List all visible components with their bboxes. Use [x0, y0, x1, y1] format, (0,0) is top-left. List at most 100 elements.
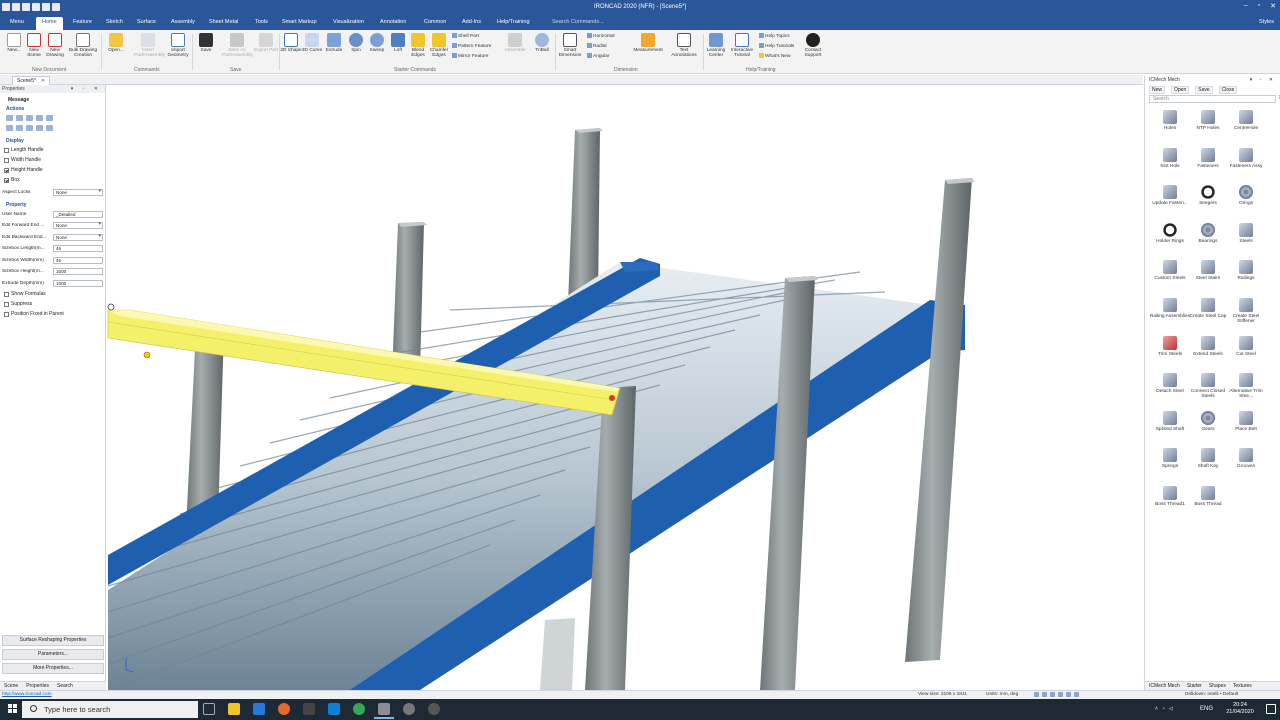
- tab-sketch[interactable]: Sketch: [106, 19, 123, 25]
- surface-reshaping-button[interactable]: Surface Reshaping Properties: [2, 635, 104, 646]
- panel-controls[interactable]: ▾ ▫ ✕: [71, 86, 102, 92]
- windows-start-icon[interactable]: [8, 704, 18, 714]
- property-section[interactable]: Property: [0, 201, 105, 209]
- catalog-item[interactable]: Orings: [1225, 185, 1267, 221]
- taskbar-search-input[interactable]: Type here to search: [22, 701, 198, 718]
- app-icon[interactable]: [303, 703, 315, 715]
- document-tab[interactable]: Scene5* ✕: [12, 76, 51, 85]
- catalog-item[interactable]: Extend Steels: [1187, 335, 1229, 372]
- catalog-item[interactable]: Railings: [1225, 260, 1267, 296]
- tab-smart-markup[interactable]: Smart Markup: [282, 19, 317, 25]
- tab-add-ins[interactable]: Add-Ins: [462, 19, 481, 25]
- close-button[interactable]: ✕: [1270, 2, 1276, 10]
- open-button[interactable]: Open...: [104, 33, 128, 53]
- render-icon[interactable]: [1066, 692, 1071, 697]
- orbit-icon[interactable]: [1050, 692, 1055, 697]
- panel-controls[interactable]: ▾ ▫ ✕: [1250, 77, 1276, 83]
- display-option-row[interactable]: Height Handle: [0, 165, 105, 175]
- checkbox[interactable]: [4, 167, 9, 173]
- field-select[interactable]: None: [53, 222, 103, 230]
- catalog-item[interactable]: Railing Assemblies: [1149, 298, 1191, 334]
- units-readout[interactable]: Units: mm, deg: [986, 692, 1018, 697]
- pattern-feature-button[interactable]: Pattern Feature: [452, 43, 491, 49]
- chamfer-edges-button[interactable]: Chamfer Edges: [427, 33, 451, 58]
- tab-properties[interactable]: Properties: [26, 683, 49, 689]
- catalog-save-button[interactable]: Save: [1195, 86, 1213, 94]
- catalog-item[interactable]: Bearings: [1187, 222, 1229, 259]
- actions-section[interactable]: Actions: [0, 105, 105, 113]
- 3d-viewport[interactable]: [107, 86, 1143, 690]
- catalog-item[interactable]: Update Fasten...: [1149, 185, 1191, 221]
- tab-shapes[interactable]: Shapes: [1209, 683, 1226, 689]
- checkbox[interactable]: [4, 301, 9, 307]
- display-section[interactable]: Display: [0, 137, 105, 145]
- catalog-item[interactable]: Cut Steel: [1225, 335, 1267, 372]
- catalog-item[interactable]: Seegers: [1187, 185, 1229, 221]
- tab-help-training[interactable]: Help/Training: [497, 19, 530, 25]
- action-icon[interactable]: [6, 115, 13, 121]
- catalog-item[interactable]: CentreHole: [1225, 110, 1267, 146]
- catalog-open-button[interactable]: Open: [1171, 86, 1190, 94]
- checkbox[interactable]: [4, 311, 9, 317]
- app-icon[interactable]: [403, 703, 415, 715]
- mirror-feature-button[interactable]: Mirror Feature: [452, 53, 488, 59]
- catalog-item[interactable]: Trim Steels: [1149, 335, 1191, 372]
- help-tutorials-button[interactable]: Help Tutorials: [759, 43, 794, 49]
- catalog-item[interactable]: Splined Shaft: [1149, 410, 1191, 447]
- action-icon[interactable]: [6, 125, 13, 131]
- text-annotations-button[interactable]: Text Annotations: [669, 33, 699, 58]
- more-properties-button[interactable]: More Properties...: [2, 663, 104, 674]
- catalog-item[interactable]: Boss Thread: [1187, 486, 1229, 522]
- tab-sheet-metal[interactable]: Sheet Metal: [209, 19, 238, 25]
- maximize-button[interactable]: ▫: [1258, 2, 1260, 10]
- close-tab-icon[interactable]: ✕: [41, 78, 45, 84]
- website-link[interactable]: http://www.ironcad.com: [2, 692, 52, 697]
- action-icon[interactable]: [46, 115, 53, 121]
- tab-scene[interactable]: Scene: [4, 683, 18, 689]
- save-button[interactable]: Save: [194, 33, 218, 53]
- new-drawing-button[interactable]: New Drawing: [43, 33, 67, 58]
- catalog-item[interactable]: Create Steel Cap: [1187, 298, 1229, 334]
- notifications-icon[interactable]: [1266, 704, 1276, 714]
- bulk-drawing-button[interactable]: Bulk Drawing Creation: [68, 33, 98, 58]
- catalog-item[interactable]: Fasteners: [1187, 147, 1229, 184]
- field-select[interactable]: None: [53, 233, 103, 241]
- property-option-row[interactable]: Suppress: [0, 299, 105, 309]
- catalog-item[interactable]: Steel Stairs: [1187, 260, 1229, 296]
- field-input[interactable]: 1000: [53, 279, 103, 287]
- display-option-row[interactable]: Width Handle: [0, 155, 105, 165]
- catalog-item[interactable]: Slot Hole: [1149, 147, 1191, 184]
- save-as-part-button[interactable]: Save As Part/Assembly: [222, 33, 253, 58]
- tab-feature[interactable]: Feature: [73, 19, 92, 25]
- network-icon[interactable]: ◔: [1162, 706, 1165, 712]
- checkbox[interactable]: [4, 177, 9, 183]
- catalog-item[interactable]: Springs: [1149, 448, 1191, 484]
- catalog-new-button[interactable]: New: [1149, 86, 1166, 94]
- chrome-icon[interactable]: [353, 703, 365, 715]
- view-icon[interactable]: [1058, 692, 1063, 697]
- field-input[interactable]: 1000: [53, 268, 103, 276]
- catalog-close-button[interactable]: Close: [1218, 86, 1238, 94]
- tab-common[interactable]: Common: [424, 19, 446, 25]
- catalog-item[interactable]: Place Belt: [1225, 410, 1267, 447]
- catalog-item[interactable]: Holder Rings: [1149, 222, 1191, 259]
- tab-textures[interactable]: Textures: [1233, 683, 1252, 689]
- tab-annotation[interactable]: Annotation: [380, 19, 406, 25]
- catalog-item[interactable]: Grooves: [1225, 448, 1267, 484]
- drilldown-mode[interactable]: Drilldown: Intelli • Default: [1185, 692, 1238, 697]
- tab-starter[interactable]: Starter: [1187, 683, 1202, 689]
- checkbox[interactable]: [4, 157, 9, 163]
- zoom-icon[interactable]: [1034, 692, 1039, 697]
- tab-search[interactable]: Search: [57, 683, 73, 689]
- minimize-button[interactable]: –: [1244, 2, 1248, 10]
- catalog-item[interactable]: Custom Steels: [1149, 260, 1191, 296]
- outlook-icon[interactable]: [253, 703, 265, 715]
- catalog-search-input[interactable]: Search ✕: [1149, 95, 1280, 103]
- angular-dim-button[interactable]: Angular: [587, 53, 610, 59]
- checkbox[interactable]: [4, 147, 9, 153]
- ironcad-icon[interactable]: [374, 703, 394, 719]
- action-icon[interactable]: [16, 115, 23, 121]
- catalog-item[interactable]: Shaft Key: [1187, 448, 1229, 484]
- contact-support-button[interactable]: Contact Support: [800, 33, 826, 58]
- catalog-item[interactable]: Gears: [1187, 410, 1229, 447]
